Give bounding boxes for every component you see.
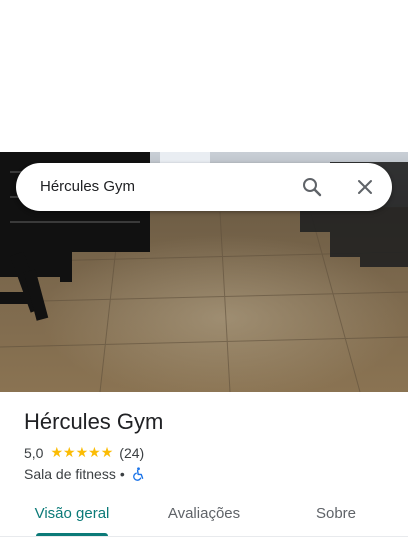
place-category: Sala de fitness <box>24 466 116 482</box>
place-title: Hércules Gym <box>24 409 164 434</box>
star-icon: ★ <box>75 445 89 461</box>
search-input[interactable]: Hércules Gym <box>40 178 135 195</box>
review-count[interactable]: (24) <box>119 445 144 461</box>
tabs-divider <box>0 536 408 537</box>
search-icon[interactable] <box>300 175 324 199</box>
place-screen: Hércules Gym Hércules Gym 5,0 ★ ★ ★ ★ ★ … <box>0 0 408 544</box>
tab-about[interactable]: Sobre <box>280 490 392 536</box>
tab-overview[interactable]: Visão geral <box>16 490 128 536</box>
search-bar[interactable]: Hércules Gym <box>16 163 392 211</box>
category-row: Sala de fitness • <box>24 465 145 483</box>
star-icon: ★ <box>100 445 114 461</box>
close-icon[interactable] <box>353 175 377 199</box>
star-icon: ★ <box>50 445 64 461</box>
tab-reviews[interactable]: Avaliações <box>148 490 260 536</box>
tab-label: Avaliações <box>167 504 241 522</box>
tab-bar: Visão geral Avaliações Sobre <box>0 490 408 538</box>
separator-dot: • <box>119 466 125 482</box>
top-blank-area <box>0 0 408 152</box>
tab-label: Visão geral <box>34 504 110 522</box>
rating-value: 5,0 <box>24 445 44 461</box>
star-icon: ★ <box>88 445 101 461</box>
wheelchair-icon[interactable] <box>131 467 145 481</box>
star-icon: ★ <box>63 445 76 461</box>
rating-row[interactable]: 5,0 ★ ★ ★ ★ ★ (24) <box>24 444 144 462</box>
star-rating: ★ ★ ★ ★ ★ <box>50 446 113 460</box>
tab-label: Sobre <box>315 504 357 522</box>
